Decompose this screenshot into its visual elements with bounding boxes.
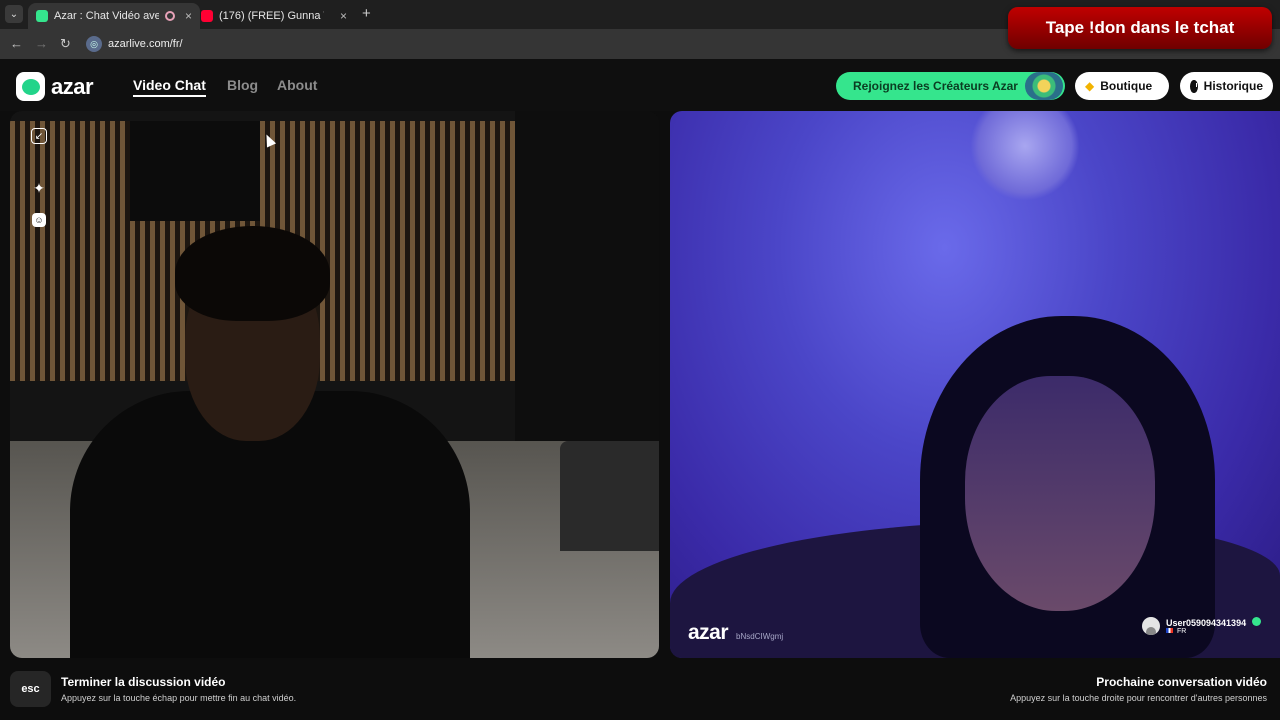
forward-arrow-icon[interactable]: → (35, 36, 48, 51)
next-chat-hint[interactable]: Prochaine conversation vidéo Appuyez sur… (1010, 675, 1267, 703)
peer-country: FR (1176, 628, 1187, 635)
france-flag-icon (1166, 628, 1173, 633)
wall-shelf (130, 121, 260, 221)
end-chat-hint[interactable]: Terminer la discussion vidéo Appuyez sur… (61, 675, 296, 703)
clock-icon (1190, 79, 1198, 93)
peer-username: User059094341394 (1166, 618, 1247, 628)
azar-favicon-icon (36, 10, 48, 22)
browser-tab-youtube[interactable]: (176) (FREE) Gunna Type Beat - × (193, 3, 355, 29)
gem-icon: ◆ (1085, 79, 1095, 93)
dark-wall (515, 111, 659, 441)
close-tab-icon[interactable]: × (340, 9, 347, 23)
minimize-icon[interactable]: ↙ (31, 128, 47, 144)
peer-info[interactable]: User059094341394 FR (1142, 617, 1261, 635)
logo-text: azar (51, 73, 94, 99)
peer-avatar-icon (1142, 617, 1160, 635)
verified-icon (1251, 617, 1261, 626)
youtube-favicon-icon (201, 10, 213, 22)
sticker-face-icon[interactable]: ☺ (32, 213, 46, 227)
footer-controls: esc Terminer la discussion vidéo Appuyez… (0, 662, 1280, 720)
ceiling-lamp (970, 111, 1080, 201)
join-creators-button[interactable]: Rejoignez les Créateurs Azar (836, 72, 1065, 100)
next-chat-subtitle: Appuyez sur la touche droite pour rencon… (1010, 693, 1267, 703)
recording-indicator-icon (165, 11, 175, 21)
history-label: Historique (1203, 79, 1263, 93)
nav-blog[interactable]: Blog (227, 77, 258, 93)
sofa (560, 441, 659, 551)
history-button[interactable]: Historique (1180, 72, 1273, 100)
back-arrow-icon[interactable]: ← (10, 36, 23, 51)
watermark-logo: azar (688, 621, 729, 644)
peer-person-face (965, 376, 1155, 611)
tab-title: Azar : Chat Vidéo avec de n (54, 10, 159, 22)
next-chat-title: Prochaine conversation vidéo (1096, 675, 1267, 689)
join-creators-label: Rejoignez les Créateurs Azar (853, 79, 1018, 93)
url-text: azarlive.com/fr/ (108, 38, 183, 50)
peer-video-feed: azar bNsdCIWgmj User059094341394 FR (670, 111, 1280, 658)
new-tab-icon[interactable]: + (362, 5, 371, 22)
shop-label: Boutique (1100, 79, 1153, 93)
reload-icon[interactable]: ↻ (60, 36, 71, 52)
close-tab-icon[interactable]: × (185, 9, 192, 23)
url-field[interactable]: ◎ azarlive.com/fr/ (86, 34, 183, 54)
site-info-icon[interactable]: ◎ (86, 36, 102, 52)
watermark-code: bNsdCIWgmj (736, 632, 784, 641)
stream-overlay-banner: Tape !don dans le tchat (1008, 7, 1272, 49)
esc-key-button[interactable]: esc (10, 671, 51, 707)
creators-badge-icon (1025, 72, 1063, 100)
azar-watermark: azar bNsdCIWgmj (688, 621, 783, 645)
site-header: azar Video Chat Blog About Rejoignez les… (0, 59, 1280, 111)
self-video-feed: ↙ ✦ ☺ (10, 111, 659, 658)
self-person-hair (175, 226, 330, 321)
end-chat-title: Terminer la discussion vidéo (61, 675, 226, 689)
browser-tab-azar[interactable]: Azar : Chat Vidéo avec de n × (28, 3, 201, 29)
sparkle-effects-icon[interactable]: ✦ (28, 177, 50, 199)
nav-about[interactable]: About (277, 77, 317, 93)
tab-title: (176) (FREE) Gunna Type Beat - (219, 10, 324, 22)
nav-video-chat[interactable]: Video Chat (133, 77, 206, 97)
shop-button[interactable]: ◆ Boutique (1075, 72, 1169, 100)
azar-logo[interactable]: azar (16, 72, 94, 101)
video-tools: ↙ ✦ ☺ (28, 125, 50, 231)
end-chat-subtitle: Appuyez sur la touche échap pour mettre … (61, 693, 297, 703)
azar-logo-icon (16, 72, 45, 101)
tab-search-dropdown-icon[interactable]: ⌄ (5, 5, 23, 23)
